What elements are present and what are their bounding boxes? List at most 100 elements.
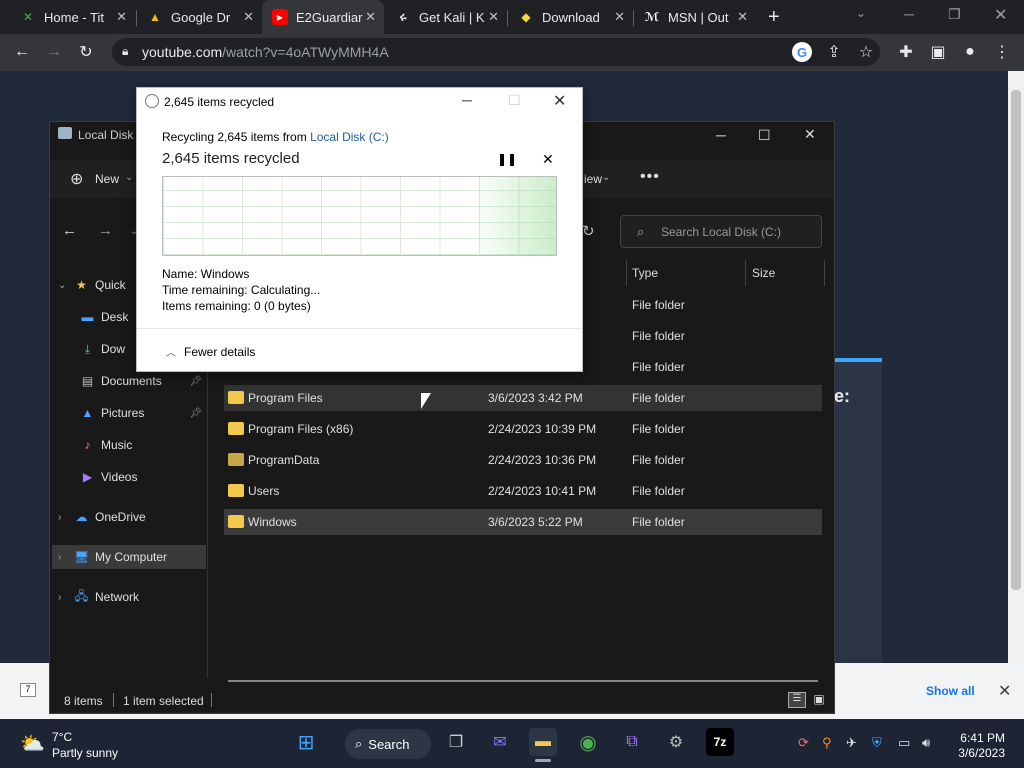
reload-icon[interactable]: ↻: [76, 42, 96, 62]
nav-my-computer[interactable]: › 🖥︎ My Computer: [52, 545, 206, 569]
pictures-icon: ▲: [81, 406, 94, 420]
drive-icon: [58, 127, 72, 139]
file-row[interactable]: Users 2/24/2023 10:41 PM File folder: [224, 478, 822, 504]
horizontal-scrollbar[interactable]: [228, 680, 818, 682]
file-row[interactable]: Program Files (x86) 2/24/2023 10:39 PM F…: [224, 416, 822, 442]
page-scrollbar-thumb[interactable]: [1011, 90, 1021, 590]
details-view-icon[interactable]: ☰: [788, 692, 806, 708]
nav-onedrive[interactable]: › ☁ OneDrive: [58, 505, 208, 529]
weather-sun-icon[interactable]: ⛅: [20, 731, 45, 756]
extensions-icon[interactable]: ✚: [896, 42, 916, 62]
tab-search-chevron-icon[interactable]: ⌄: [856, 6, 866, 20]
clock-time[interactable]: 6:41 PM: [955, 731, 1005, 745]
share-icon[interactable]: ⇪: [824, 42, 844, 62]
expand-chevron-icon[interactable]: ›: [58, 512, 68, 523]
volume-icon[interactable]: 🔊︎: [922, 735, 930, 751]
restore-icon[interactable]: ❐: [948, 6, 961, 23]
back-icon[interactable]: ←: [12, 42, 32, 62]
tab-close-icon[interactable]: ✕: [243, 9, 254, 25]
expand-chevron-icon[interactable]: ›: [58, 552, 68, 563]
file-explorer-app-icon[interactable]: ▬: [529, 728, 557, 756]
display-tray-icon[interactable]: ▭: [898, 735, 910, 751]
download-file-icon[interactable]: 7: [20, 683, 36, 697]
tab-close-icon[interactable]: ✕: [116, 9, 127, 25]
download-icon: ⤓: [84, 341, 91, 356]
new-chevron-icon[interactable]: ⌄: [125, 172, 133, 183]
chrome-app-icon[interactable]: ◉: [574, 728, 602, 756]
forward-icon[interactable]: →: [44, 42, 64, 62]
start-icon[interactable]: ⊞: [292, 728, 320, 756]
vpn-tray-icon[interactable]: ✈: [846, 735, 857, 751]
taskbar-search-button[interactable]: ⌕ Search: [345, 729, 431, 759]
security-tray-icon[interactable]: ⛨: [872, 735, 882, 751]
search-tray-icon[interactable]: ⚲: [822, 735, 832, 751]
search-input[interactable]: ⌕ Search Local Disk (C:): [620, 215, 822, 248]
view-button[interactable]: iew: [584, 172, 602, 186]
clock-date[interactable]: 3/6/2023: [955, 746, 1005, 760]
fewer-details-button[interactable]: ︿ Fewer details: [166, 344, 255, 359]
profile-icon[interactable]: ●: [960, 42, 980, 62]
download-bar-close-icon[interactable]: ✕: [998, 681, 1011, 701]
refresh-icon[interactable]: ↻: [582, 222, 595, 240]
tab-1[interactable]: ✕ Home - Tit ✕: [10, 0, 135, 34]
search-icon: ⌕: [355, 736, 363, 751]
7zip-app-icon[interactable]: 7z: [706, 728, 734, 756]
lock-icon: 🔒︎: [122, 44, 129, 58]
tab-close-icon[interactable]: ✕: [488, 9, 499, 25]
explorer-close-icon[interactable]: ✕: [804, 126, 816, 143]
tiles-view-icon[interactable]: ▣: [810, 692, 828, 708]
tab-6[interactable]: ℳ MSN | Out ✕: [634, 0, 756, 34]
new-plus-icon[interactable]: ⊕: [70, 169, 83, 189]
nav-network[interactable]: › 🖧︎ Network: [58, 585, 208, 609]
nav-documents[interactable]: ▤ Documents 📌︎: [80, 369, 208, 393]
cancel-operation-icon[interactable]: ✕: [542, 151, 554, 168]
side-panel-icon[interactable]: ▣: [928, 42, 948, 62]
nav-music[interactable]: ♪ Music: [80, 433, 208, 457]
close-window-icon[interactable]: ✕: [994, 5, 1007, 25]
menu-kebab-icon[interactable]: ⋮: [992, 42, 1012, 62]
nav-label: Network: [95, 590, 140, 604]
new-button[interactable]: New: [95, 172, 119, 186]
tab-close-icon[interactable]: ✕: [365, 9, 376, 25]
minimize-icon[interactable]: ─: [904, 6, 914, 22]
dialog-minimize-icon[interactable]: ─: [462, 92, 472, 108]
more-options-icon[interactable]: •••: [640, 168, 660, 186]
pause-icon[interactable]: ❚❚: [497, 152, 517, 166]
tab-3-active[interactable]: ▶ E2Guardiar ✕: [262, 0, 384, 34]
tab-2[interactable]: ▲ Google Dr ✕: [137, 0, 262, 34]
dialog-close-icon[interactable]: ✕: [553, 91, 566, 111]
teams-chat-icon[interactable]: ✉: [486, 728, 514, 756]
file-row[interactable]: Program Files 3/6/2023 3:42 PM File fold…: [224, 385, 822, 411]
nav-videos[interactable]: ▶ Videos: [80, 465, 208, 489]
task-view-icon[interactable]: ❐: [442, 728, 470, 756]
explorer-maximize-icon[interactable]: ☐: [758, 127, 771, 144]
tab-close-icon[interactable]: ✕: [614, 9, 625, 25]
weather-temp[interactable]: 7°C: [52, 730, 72, 744]
dialog-headline: 2,645 items recycled: [162, 150, 300, 167]
file-name: Users: [248, 484, 280, 498]
visual-studio-icon[interactable]: ⧉: [618, 728, 646, 756]
expand-chevron-icon[interactable]: ⌄: [58, 280, 68, 291]
settings-gear-icon[interactable]: ⚙: [662, 728, 690, 756]
new-tab-icon[interactable]: +: [768, 6, 780, 29]
weather-desc[interactable]: Partly sunny: [52, 746, 118, 760]
expand-chevron-icon[interactable]: ›: [58, 592, 68, 603]
view-chevron-icon[interactable]: ⌄: [602, 172, 610, 183]
file-row[interactable]: ProgramData 2/24/2023 10:36 PM File fold…: [224, 447, 822, 473]
explorer-forward-icon[interactable]: →: [98, 222, 113, 239]
nav-pictures[interactable]: ▲ Pictures 📌︎: [80, 401, 208, 425]
show-all-link[interactable]: Show all: [926, 684, 975, 698]
sync-tray-icon[interactable]: ⟳: [798, 735, 809, 751]
file-row-selected[interactable]: Windows 3/6/2023 5:22 PM File folder: [224, 509, 822, 535]
address-bar[interactable]: 🔒︎ youtube.com/watch?v=4oATWyMMH4A: [112, 38, 880, 66]
explorer-minimize-icon[interactable]: ─: [716, 127, 726, 143]
local-disk-link[interactable]: Local Disk (C:): [310, 130, 389, 144]
google-lens-icon[interactable]: G: [792, 42, 812, 62]
tab-close-icon[interactable]: ✕: [737, 9, 748, 25]
column-size[interactable]: Size: [752, 266, 775, 280]
column-type[interactable]: Type: [632, 266, 658, 280]
bookmark-star-icon[interactable]: ☆: [856, 42, 876, 62]
tab-4[interactable]: ሩ Get Kali | K ✕: [385, 0, 507, 34]
explorer-back-icon[interactable]: ←: [62, 222, 77, 239]
tab-5[interactable]: ◆ Download ✕: [508, 0, 633, 34]
